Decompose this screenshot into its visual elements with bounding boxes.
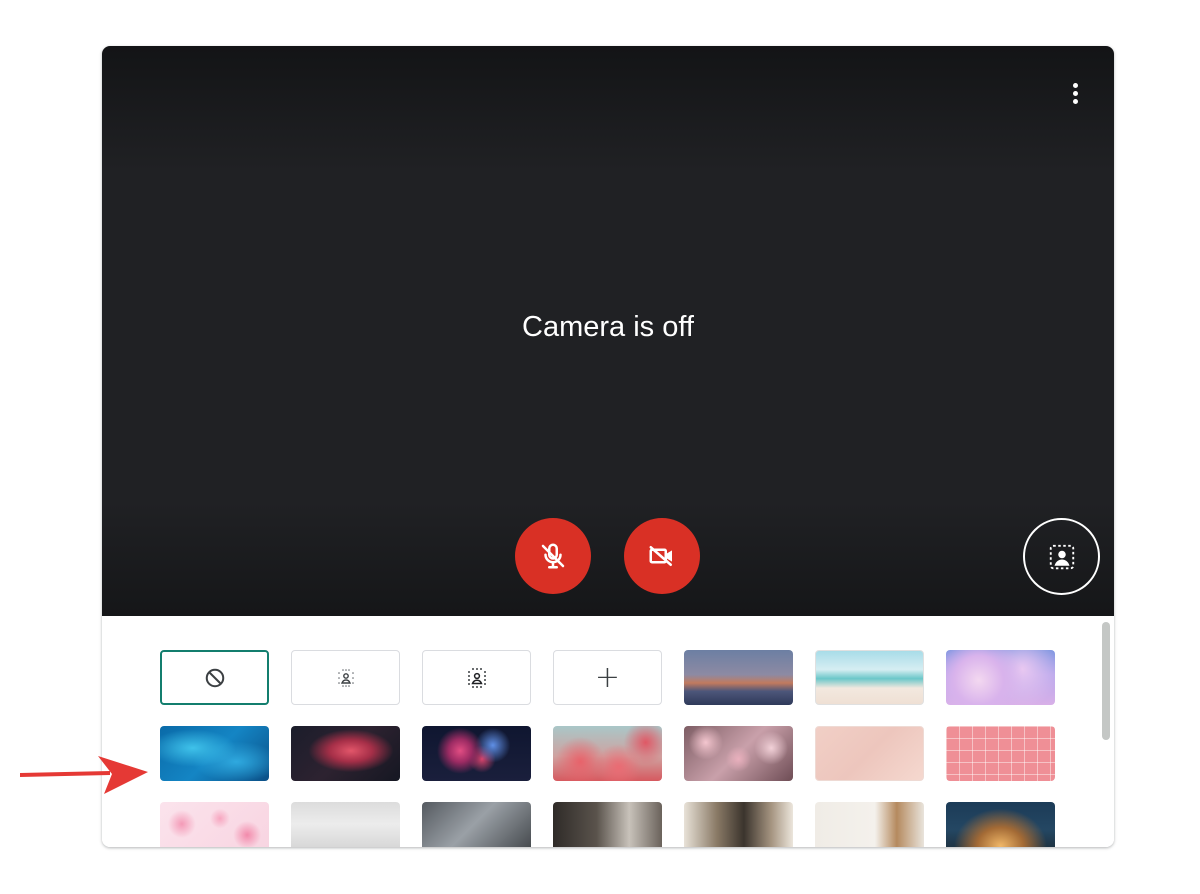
cherry-blossoms-background[interactable]	[684, 726, 793, 781]
meeting-preview-card: Camera is off +	[102, 46, 1114, 847]
mic-off-icon	[541, 543, 565, 569]
video-preview: Camera is off	[102, 46, 1114, 616]
glass-roof-background[interactable]	[422, 802, 531, 847]
camera-off-message: Camera is off	[522, 311, 694, 343]
dark-room-background[interactable]	[553, 802, 662, 847]
background-effects-icon	[1049, 544, 1074, 569]
red-flowers-background[interactable]	[553, 726, 662, 781]
nebula-background[interactable]	[291, 726, 400, 781]
microphone-toggle-button[interactable]	[515, 518, 591, 594]
no-effect-option[interactable]	[160, 650, 269, 705]
add-image-option[interactable]: +	[553, 650, 662, 705]
pink-bokeh-background[interactable]	[815, 726, 924, 781]
blur-option[interactable]	[422, 650, 531, 705]
wall-shelves-background[interactable]	[815, 802, 924, 847]
pink-clouds-background[interactable]	[946, 650, 1055, 705]
blur-icon	[467, 667, 486, 688]
pool-water-background[interactable]	[160, 726, 269, 781]
plus-icon: +	[594, 659, 621, 695]
videocam-off-icon	[649, 546, 672, 566]
pink-wall-pattern-background[interactable]	[946, 726, 1055, 781]
fireworks-background[interactable]	[422, 726, 531, 781]
background-picker: +	[102, 616, 1114, 847]
confetti-background[interactable]	[160, 802, 269, 847]
background-effects-button[interactable]	[1023, 518, 1100, 595]
beach-background[interactable]	[815, 650, 924, 705]
night-cabin-background[interactable]	[946, 802, 1055, 847]
red-arrow-icon	[20, 756, 148, 794]
slight-blur-option[interactable]	[291, 650, 400, 705]
no-effect-icon	[205, 668, 224, 687]
bookshelf-room-background[interactable]	[684, 802, 793, 847]
sunset-horizon-background[interactable]	[684, 650, 793, 705]
camera-toggle-button[interactable]	[624, 518, 700, 594]
white-room-background[interactable]	[291, 802, 400, 847]
scrollbar[interactable]	[1102, 622, 1110, 740]
slight-blur-icon	[337, 668, 354, 687]
more-options-button[interactable]	[1058, 76, 1092, 110]
more-vert-icon	[1072, 82, 1078, 88]
